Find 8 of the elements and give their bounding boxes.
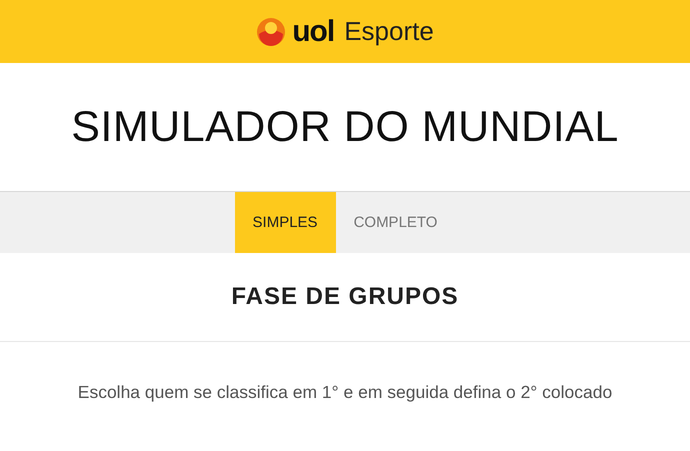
tab[interactable]: COMPLETO bbox=[336, 192, 456, 253]
section-heading: FASE DE GRUPOS bbox=[231, 283, 459, 311]
tab[interactable]: SIMPLES bbox=[234, 192, 336, 253]
instruction-text: Escolha quem se classifica em 1° e em seguida defina o 2° colocado bbox=[76, 382, 614, 403]
logo-icon bbox=[256, 16, 286, 46]
logo-text: uol bbox=[292, 14, 334, 48]
section-name: Esporte bbox=[344, 16, 434, 47]
page-title: SIMULADOR DO MUNDIAL bbox=[71, 102, 619, 152]
